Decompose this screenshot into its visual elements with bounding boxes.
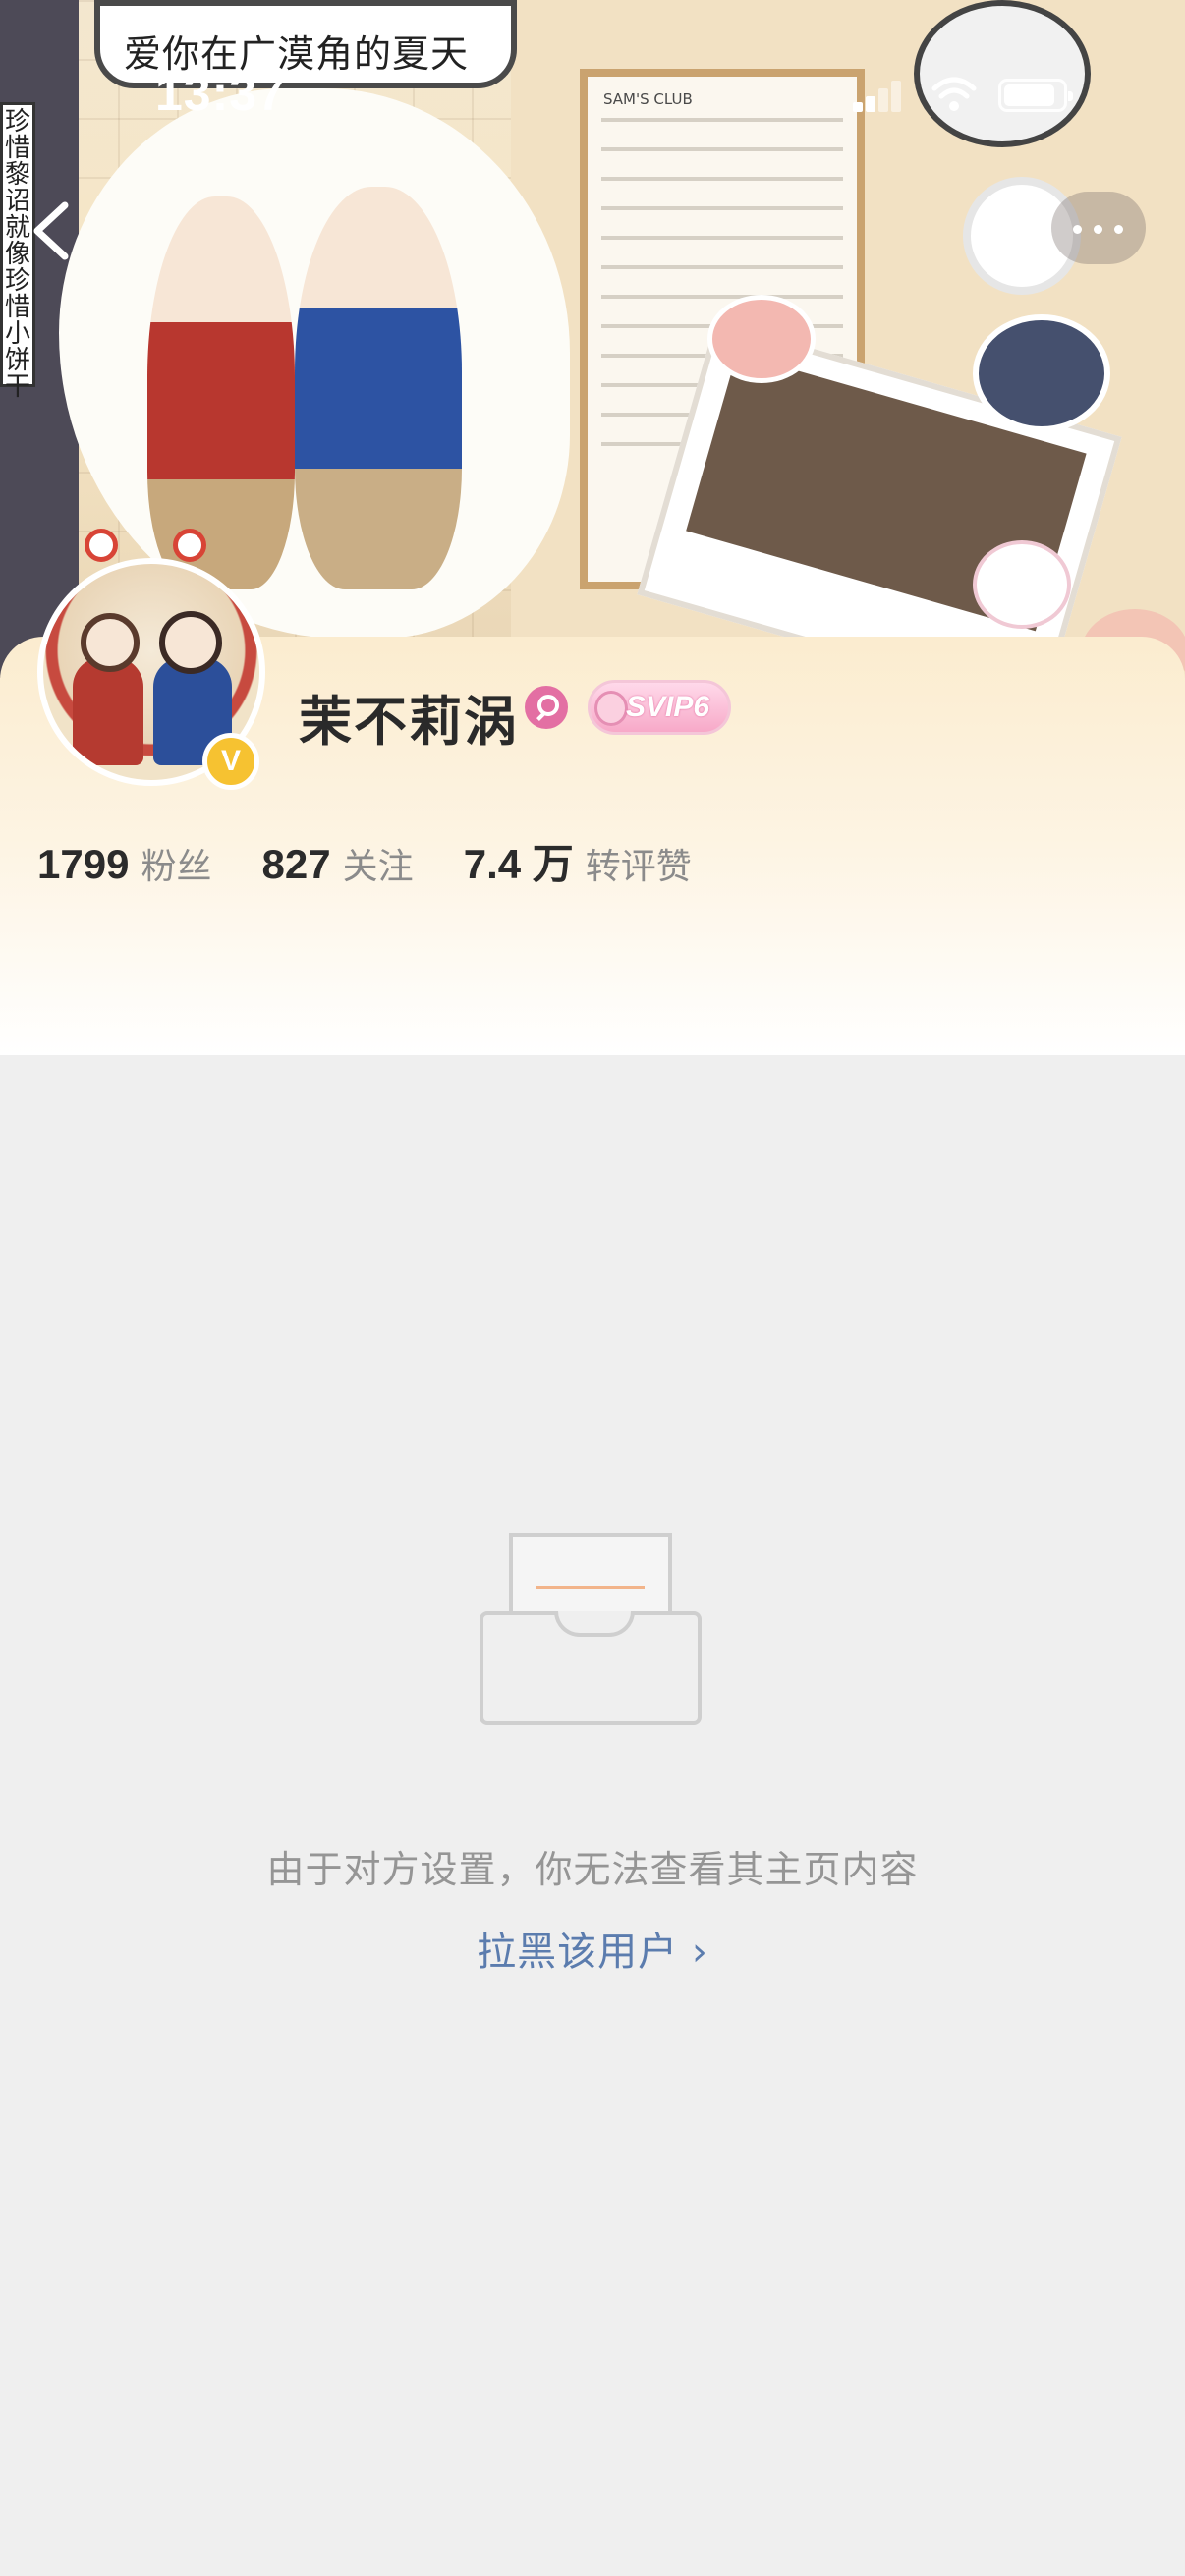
stat-followers-label: 粉丝 — [141, 847, 212, 887]
cover-character-red — [147, 196, 295, 589]
block-user-link[interactable]: 拉黑该用户 › — [0, 1920, 1185, 1977]
username: 茉不莉涡 — [299, 691, 519, 753]
status-bar: 13:37 — [0, 0, 1185, 138]
stat-interactions[interactable]: 7.4 万转评赞 — [464, 831, 692, 891]
chevron-left-icon — [33, 201, 69, 260]
privacy-message: 由于对方设置，你无法查看其主页内容 — [266, 1848, 919, 1891]
cover-character-blue — [295, 187, 462, 589]
stat-followers-value: 1799 — [37, 841, 130, 887]
stat-following-label: 关注 — [342, 847, 414, 887]
cellular-signal-icon — [853, 79, 901, 112]
status-time: 13:37 — [155, 66, 286, 121]
stat-following[interactable]: 827 关注 — [262, 838, 414, 889]
svip-badge[interactable]: SVIP6 — [588, 680, 731, 735]
more-button[interactable] — [1051, 192, 1146, 264]
profile-stats: 1799 粉丝 827 关注 7.4 万转评赞 — [37, 831, 737, 890]
avatar-frame-crab-eye-left — [85, 529, 118, 562]
wifi-icon — [931, 77, 977, 111]
avatar-frame-crab-eye-right — [173, 529, 206, 562]
battery-icon — [998, 79, 1073, 112]
stat-interactions-value: 7.4 万 — [463, 841, 574, 887]
cover-sticker-cat — [973, 314, 1110, 432]
stat-following-value: 827 — [261, 841, 331, 887]
pig-icon — [594, 691, 628, 726]
stat-interactions-label: 转评赞 — [585, 847, 692, 887]
empty-inbox-icon — [480, 1533, 705, 1729]
profile-page: SAM'S CLUB 爱你在广漠角的夏天 珍惜黎诏就像珍惜小饼干 13:37 V… — [0, 0, 1185, 2576]
verified-badge-icon: V — [202, 733, 259, 790]
svip-badge-label: SVIP6 — [626, 691, 710, 723]
back-button[interactable] — [20, 192, 88, 270]
female-icon — [525, 686, 568, 729]
stat-followers[interactable]: 1799 粉丝 — [37, 838, 211, 889]
cover-sticker-pig — [707, 295, 816, 383]
cover-sticker-bunny — [973, 540, 1071, 629]
